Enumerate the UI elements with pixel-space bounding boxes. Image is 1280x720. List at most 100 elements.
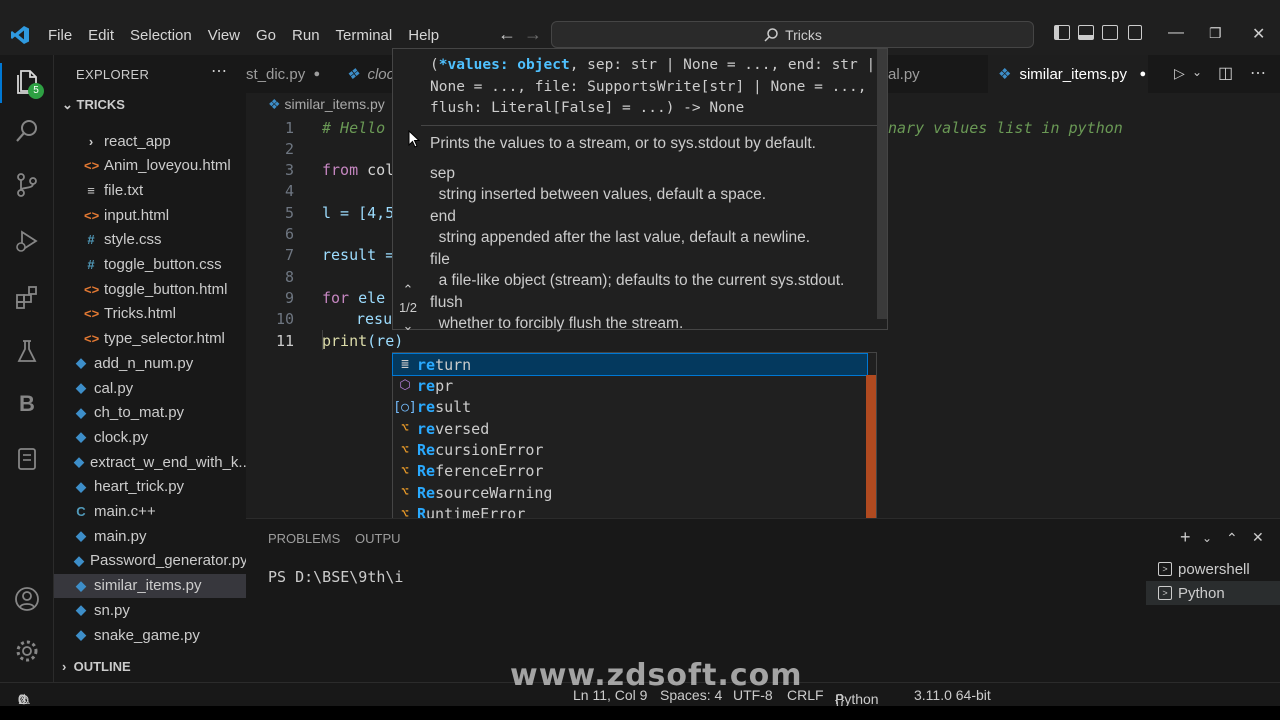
command-center-search[interactable]: Tricks bbox=[551, 21, 1034, 48]
watermark: www.zdsoft.com bbox=[510, 658, 803, 693]
file-tree-item[interactable]: ◆ sn.py bbox=[54, 598, 246, 622]
toggle-panel-icon[interactable] bbox=[1078, 25, 1094, 40]
python-icon: ❖ bbox=[268, 96, 281, 112]
file-tree-item[interactable]: ◆ add_n_num.py bbox=[54, 351, 246, 375]
restore-icon[interactable]: ❐ bbox=[1209, 25, 1222, 42]
workspace-folder[interactable]: ⌄ TRICKS bbox=[62, 97, 125, 113]
tab-cal[interactable]: al.py bbox=[888, 55, 948, 93]
tab-similar-items[interactable]: ❖ similar_items.py ● bbox=[988, 55, 1148, 93]
menu-selection[interactable]: Selection bbox=[122, 27, 200, 44]
file-tree-item[interactable]: ◆ Password_generator.py bbox=[54, 549, 246, 573]
file-name: type_selector.html bbox=[104, 330, 225, 348]
settings-gear-icon[interactable] bbox=[13, 637, 41, 665]
breadcrumb[interactable]: ❖ similar_items.py bbox=[268, 96, 385, 113]
menu-view[interactable]: View bbox=[200, 27, 248, 44]
forward-arrow-icon[interactable]: → bbox=[524, 24, 542, 45]
maximize-panel-icon[interactable]: ⌃ bbox=[1226, 530, 1238, 547]
file-name: toggle_button.css bbox=[104, 256, 222, 273]
run-file-icon[interactable]: ▷ bbox=[1174, 65, 1185, 82]
run-dropdown-icon[interactable]: ⌄ bbox=[1192, 65, 1202, 79]
b-extension-icon[interactable]: B bbox=[13, 391, 41, 419]
activity-bar: 5 B bbox=[0, 55, 54, 682]
file-tree-item[interactable]: ◆ cal.py bbox=[54, 376, 246, 400]
file-tree-item[interactable]: ◆ main.py bbox=[54, 524, 246, 548]
vscode-logo-icon bbox=[11, 26, 29, 44]
hover-scrollbar[interactable] bbox=[877, 49, 887, 319]
suggestion-item[interactable]: [○] re sult bbox=[393, 397, 867, 418]
file-tree-item[interactable]: ◆ extract_w_end_with_k... bbox=[54, 450, 246, 474]
file-tree-item[interactable]: ◆ ch_to_mat.py bbox=[54, 401, 246, 425]
file-tree-item[interactable]: <> type_selector.html bbox=[54, 327, 246, 351]
remote-explorer-icon[interactable] bbox=[13, 445, 41, 473]
file-tree-item[interactable]: ◆ similar_items.py bbox=[54, 573, 246, 598]
chevron-up-icon[interactable]: ⌃ bbox=[395, 281, 421, 299]
parameter-hints: (*values: object, sep: str | None = ...,… bbox=[392, 48, 888, 333]
doc-param: file bbox=[430, 250, 450, 268]
minimize-icon[interactable]: — bbox=[1168, 24, 1184, 42]
python-interpreter[interactable]: 3.11.0 64-bit bbox=[914, 687, 991, 703]
source-control-icon[interactable] bbox=[13, 171, 41, 199]
file-tree-item[interactable]: ◆ clock.py bbox=[54, 425, 246, 449]
run-debug-icon[interactable] bbox=[13, 227, 41, 255]
terminal-icon: > bbox=[1158, 562, 1172, 576]
file-tree-item[interactable]: <> Anim_loveyou.html bbox=[54, 154, 246, 178]
file-tree-item[interactable]: <> input.html bbox=[54, 203, 246, 227]
back-arrow-icon[interactable]: ← bbox=[498, 24, 516, 45]
chevron-down-icon[interactable]: ⌄ bbox=[395, 317, 421, 335]
menu-run[interactable]: Run bbox=[284, 27, 328, 44]
file-name: input.html bbox=[104, 206, 170, 224]
terminal-icon: > bbox=[1158, 586, 1172, 600]
more-actions-icon[interactable]: ⋯ bbox=[211, 61, 227, 81]
suggestion-text: sult bbox=[435, 398, 472, 417]
search-icon bbox=[764, 27, 778, 42]
testing-icon[interactable] bbox=[13, 337, 41, 365]
txt-file-icon: ≡ bbox=[87, 182, 95, 198]
toggle-sidebar-icon[interactable] bbox=[1054, 25, 1070, 40]
terminal-instance-python[interactable]: > Python bbox=[1146, 581, 1280, 605]
account-icon[interactable] bbox=[13, 585, 41, 613]
active-indicator bbox=[0, 63, 2, 103]
close-panel-icon[interactable]: ✕ bbox=[1252, 529, 1264, 546]
file-tree-item[interactable]: ◆ snake_game.py bbox=[54, 623, 246, 647]
outline-label: OUTLINE bbox=[73, 659, 131, 674]
new-terminal-icon[interactable]: + bbox=[1180, 527, 1191, 548]
file-tree-item[interactable]: ≡ file.txt bbox=[54, 178, 246, 202]
suggestion-item[interactable]: ⬡ re pr bbox=[393, 375, 867, 396]
extensions-icon[interactable] bbox=[13, 283, 41, 311]
terminal-output[interactable]: PS D:\BSE\9th\i bbox=[268, 568, 403, 586]
split-editor-icon[interactable]: ◫ bbox=[1218, 63, 1233, 83]
toggle-secondary-sidebar-icon[interactable] bbox=[1102, 25, 1118, 40]
menu-go[interactable]: Go bbox=[248, 27, 284, 44]
customize-layout-icon[interactable] bbox=[1128, 25, 1142, 40]
close-icon[interactable]: ✕ bbox=[1252, 24, 1265, 44]
suggestion-item[interactable]: ≣ re turn bbox=[392, 352, 868, 377]
match-highlight: re bbox=[417, 355, 436, 374]
file-tree-item[interactable]: Cmain.c++ bbox=[54, 500, 246, 524]
menu-help[interactable]: Help bbox=[400, 27, 447, 44]
suggestion-item[interactable]: ⌥ Re sourceWarning bbox=[393, 482, 867, 503]
file-tree-item[interactable]: ◆ heart_trick.py bbox=[54, 475, 246, 499]
tab-label: st_dic.py bbox=[246, 65, 306, 83]
file-tree-item[interactable]: # style.css bbox=[54, 228, 246, 252]
suggestion-item[interactable]: ⌥ re versed bbox=[393, 418, 867, 439]
tab-st-dic[interactable]: st_dic.py ● bbox=[246, 55, 336, 93]
more-actions-icon[interactable]: ⋯ bbox=[1250, 63, 1266, 83]
search-icon[interactable] bbox=[13, 117, 41, 145]
menu-edit[interactable]: Edit bbox=[80, 27, 122, 44]
sig-text: ( bbox=[430, 57, 439, 73]
menu-terminal[interactable]: Terminal bbox=[328, 27, 401, 44]
terminal-instance-powershell[interactable]: > powershell bbox=[1146, 557, 1280, 581]
suggestion-item[interactable]: ⌥ Re cursionError bbox=[393, 439, 867, 460]
file-tree-item[interactable]: › react_app bbox=[54, 129, 246, 153]
file-name: react_app bbox=[104, 132, 171, 150]
match-highlight: re bbox=[417, 419, 436, 438]
file-tree-item[interactable]: <> Tricks.html bbox=[54, 302, 246, 326]
terminal-dropdown-icon[interactable]: ⌄ bbox=[1202, 531, 1212, 545]
file-tree-item[interactable]: <> toggle_button.html bbox=[54, 277, 246, 301]
menu-file[interactable]: File bbox=[40, 27, 80, 44]
tab-problems[interactable]: PROBLEMS bbox=[268, 531, 340, 546]
suggestion-item[interactable]: ⌥ Re ferenceError bbox=[393, 461, 867, 482]
outline-section[interactable]: › OUTLINE bbox=[62, 659, 131, 674]
tab-output[interactable]: OUTPU bbox=[355, 531, 401, 546]
file-tree-item[interactable]: # toggle_button.css bbox=[54, 253, 246, 277]
